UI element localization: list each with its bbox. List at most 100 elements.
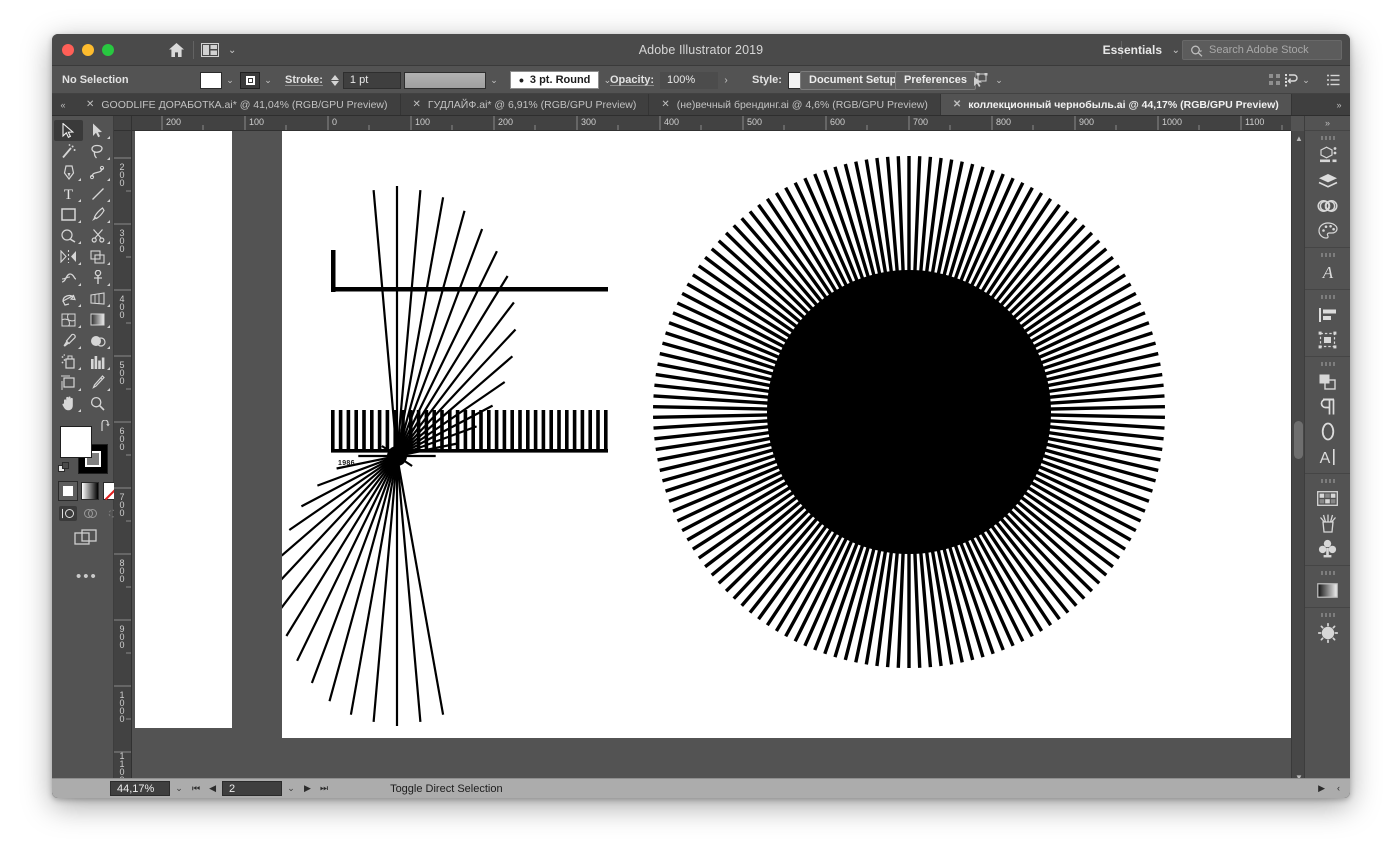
symbol-sprayer-tool[interactable]: [54, 351, 83, 372]
last-artboard-icon[interactable]: ⏭: [320, 783, 328, 794]
hand-tool[interactable]: [54, 393, 83, 414]
document-tab-1[interactable]: ✕ GOODLIFE ДОРАБОТКА.ai* @ 41,04% (RGB/G…: [74, 94, 401, 115]
swap-fill-stroke-icon[interactable]: [100, 420, 114, 432]
transform-icon[interactable]: [1305, 327, 1350, 352]
brushes-icon[interactable]: [1305, 511, 1350, 536]
select-similar-chevron-down-icon[interactable]: ⌄: [991, 72, 1007, 89]
vertical-ruler[interactable]: 200 300 400 500 600 700 800 900 1000 110…: [114, 131, 132, 785]
character-styles-icon[interactable]: A: [1305, 260, 1350, 285]
appearance-icon[interactable]: [1305, 620, 1350, 645]
color-icon[interactable]: [1305, 218, 1350, 243]
lasso-tool[interactable]: [83, 141, 112, 162]
stroke-swatch[interactable]: [240, 72, 260, 89]
symbols-icon[interactable]: [1305, 536, 1350, 561]
perspective-grid-tool[interactable]: [83, 288, 112, 309]
document-setup-button[interactable]: Document Setup: [800, 66, 905, 94]
tabbar-collapse-right-icon[interactable]: »: [1328, 94, 1350, 116]
draw-normal-button[interactable]: [59, 506, 77, 521]
tabbar-collapse-left-icon[interactable]: «: [52, 94, 74, 115]
artboard-number-input[interactable]: 2: [222, 781, 282, 796]
paragraph-icon[interactable]: [1305, 394, 1350, 419]
blend-tool[interactable]: [83, 330, 112, 351]
stroke-weight-input[interactable]: 1 pt: [343, 72, 401, 89]
close-tab-icon[interactable]: ✕: [953, 99, 961, 110]
brush-definition-control[interactable]: • 3 pt. Round ⌄: [510, 66, 615, 94]
panel-grip[interactable]: [1321, 362, 1335, 366]
column-graph-tool[interactable]: [83, 351, 112, 372]
stroke-profile-control[interactable]: ⌄: [404, 66, 502, 94]
artboard-tool[interactable]: [54, 372, 83, 393]
scroll-up-icon[interactable]: ▲: [1295, 134, 1303, 143]
horizontal-ruler[interactable]: 200 100 0 100 200 300 400 500 600 700 80…: [132, 116, 1291, 131]
gradient-tool[interactable]: [83, 309, 112, 330]
fill-color-control[interactable]: ⌄: [200, 66, 238, 94]
magic-wand-tool[interactable]: [54, 141, 83, 162]
curvature-tool[interactable]: [83, 162, 112, 183]
preferences-button[interactable]: Preferences: [895, 66, 976, 94]
zoom-tool[interactable]: [83, 393, 112, 414]
stroke-color-control[interactable]: ⌄: [240, 66, 276, 94]
panel-menu-button[interactable]: [1327, 66, 1340, 94]
layers-icon[interactable]: [1305, 168, 1350, 193]
panel-collapse-icon[interactable]: »: [1305, 116, 1350, 130]
gradient-mode-button[interactable]: [81, 482, 99, 500]
zoom-level-input[interactable]: 44,17%: [110, 781, 170, 796]
rectangle-tool[interactable]: [54, 204, 83, 225]
workspace-switcher-label[interactable]: Essentials: [1103, 43, 1162, 57]
align-panel-button[interactable]: [1269, 66, 1282, 94]
free-transform-tool[interactable]: [83, 246, 112, 267]
search-adobe-stock-input[interactable]: Search Adobe Stock: [1182, 40, 1342, 60]
first-artboard-icon[interactable]: ⏮: [192, 783, 200, 794]
ruler-origin[interactable]: [114, 116, 132, 131]
workspace-chevron-down-icon[interactable]: ⌄: [1172, 45, 1180, 56]
document-viewport[interactable]: 1986: [132, 131, 1291, 785]
libraries-icon[interactable]: [1305, 193, 1350, 218]
zoom-chevron-down-icon[interactable]: ⌄: [170, 783, 188, 794]
close-tab-icon[interactable]: ✕: [86, 99, 94, 110]
vertical-scrollbar[interactable]: ▲ ▼: [1291, 131, 1304, 785]
align-icon[interactable]: [1305, 302, 1350, 327]
panel-grip[interactable]: [1321, 136, 1335, 140]
close-tab-icon[interactable]: ✕: [413, 99, 421, 110]
slice-tool[interactable]: [83, 372, 112, 393]
next-artboard-icon[interactable]: ▶: [304, 783, 311, 794]
selection-tool[interactable]: [54, 120, 83, 141]
width-tool[interactable]: [54, 267, 83, 288]
stroke-profile-chevron-down-icon[interactable]: ⌄: [486, 72, 502, 89]
mesh-tool[interactable]: [54, 309, 83, 330]
swatches-icon[interactable]: [1305, 486, 1350, 511]
reflect-tool[interactable]: [54, 246, 83, 267]
status-resize-icon[interactable]: ‹: [1337, 783, 1340, 794]
properties-icon[interactable]: [1305, 143, 1350, 168]
panel-grip[interactable]: [1321, 295, 1335, 299]
document-tab-3[interactable]: ✕ (не)вечный брендинг.ai @ 4,6% (RGB/GPU…: [649, 94, 941, 115]
type-tool[interactable]: T: [54, 183, 83, 204]
fill-color-swatch[interactable]: [60, 426, 92, 458]
eyedropper-tool[interactable]: [54, 330, 83, 351]
document-tab-4[interactable]: ✕ коллекционный чернобыль.ai @ 44,17% (R…: [941, 94, 1292, 115]
change-screen-mode-button[interactable]: [74, 528, 100, 548]
shape-builder-tool[interactable]: [54, 288, 83, 309]
draw-behind-button[interactable]: [81, 506, 99, 521]
arrange-panel-button[interactable]: ⌄: [1284, 66, 1314, 94]
fill-swatch[interactable]: [200, 72, 222, 89]
direct-selection-tool[interactable]: [83, 120, 112, 141]
panel-grip[interactable]: [1321, 253, 1335, 257]
panel-grip[interactable]: [1321, 613, 1335, 617]
pen-tool[interactable]: [54, 162, 83, 183]
scissors-tool[interactable]: [83, 225, 112, 246]
panel-grip[interactable]: [1321, 479, 1335, 483]
stroke-profile-swatch[interactable]: [404, 72, 486, 89]
stroke-weight-stepper[interactable]: [331, 75, 340, 86]
gradient-icon[interactable]: [1305, 578, 1350, 603]
stroke-chevron-down-icon[interactable]: ⌄: [260, 72, 276, 89]
opacity-more-icon[interactable]: ›: [718, 72, 734, 89]
select-similar-objects-button[interactable]: ⌄: [971, 66, 1007, 94]
paintbrush-tool[interactable]: [83, 204, 112, 225]
status-next-icon[interactable]: ▶: [1318, 783, 1325, 794]
previous-artboard-icon[interactable]: ◀: [209, 783, 216, 794]
edit-toolbar-icon[interactable]: •••: [76, 568, 98, 585]
opacity-input[interactable]: 100%: [660, 72, 718, 89]
fill-chevron-down-icon[interactable]: ⌄: [222, 72, 238, 89]
vertical-scroll-thumb[interactable]: [1294, 421, 1303, 459]
